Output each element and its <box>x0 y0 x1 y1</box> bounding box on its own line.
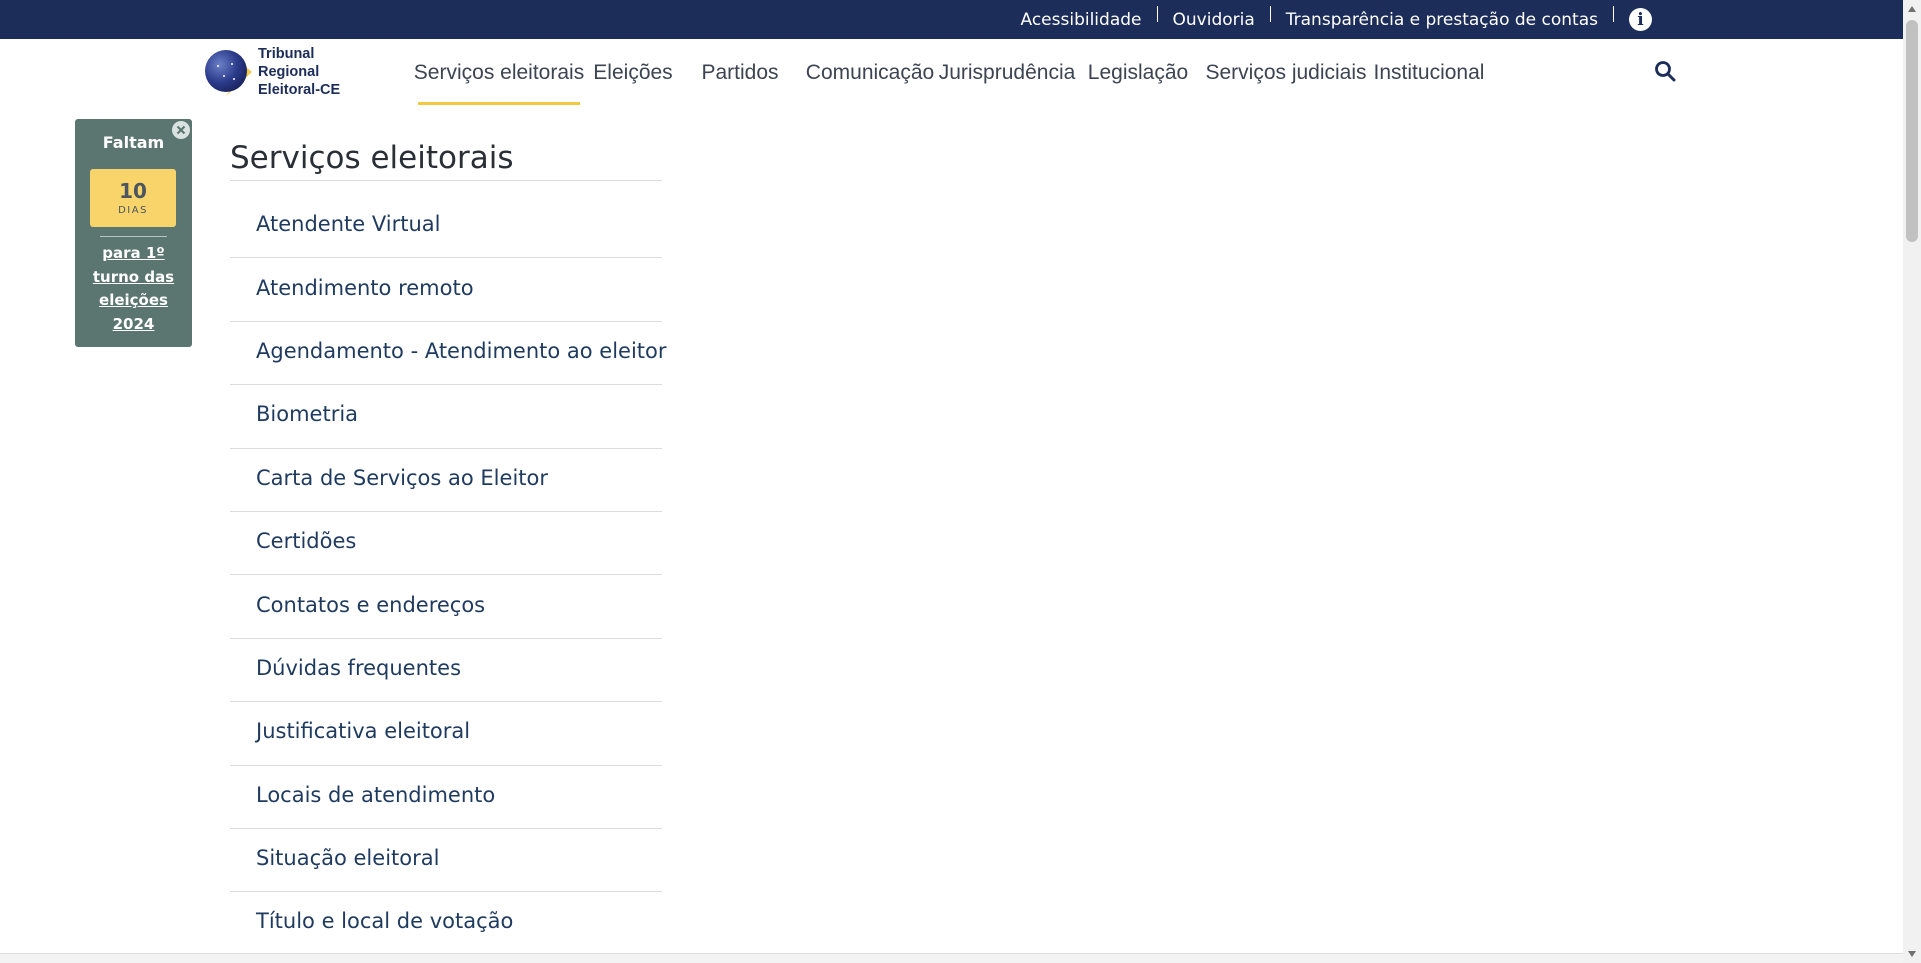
countdown-title: Faltam <box>102 133 165 152</box>
nav-item-institucional[interactable]: Institucional <box>1374 40 1485 106</box>
nav-item-servicos-eleitorais[interactable]: Serviços eleitorais <box>414 40 584 106</box>
menu-item-certidoes[interactable]: Certidões <box>230 512 662 576</box>
search-icon[interactable] <box>1654 60 1676 82</box>
menu-item-justificativa[interactable]: Justificativa eleitoral <box>230 702 662 766</box>
divider <box>1613 5 1614 22</box>
nav-item-eleicoes[interactable]: Eleições <box>586 40 680 106</box>
countdown-days-box: 10 DIAS <box>90 169 176 227</box>
countdown-number: 10 <box>119 179 147 203</box>
ombudsman-link[interactable]: Ouvidoria <box>1173 10 1255 30</box>
countdown-link-line: para 1º <box>102 244 165 262</box>
menu-item-atendente-virtual[interactable]: Atendente Virtual <box>230 195 662 259</box>
info-icon[interactable]: i <box>1629 8 1652 31</box>
countdown-link-line: 2024 <box>112 314 155 333</box>
top-utility-bar: Acessibilidade Ouvidoria Transparência e… <box>0 0 1903 39</box>
nav-item-partidos[interactable]: Partidos <box>680 40 800 106</box>
countdown-election-link[interactable]: para 1º turno das eleições 2024 <box>83 242 184 336</box>
menu-item-agendamento[interactable]: Agendamento - Atendimento ao eleitor <box>230 322 667 386</box>
menu-item-contatos[interactable]: Contatos e endereços <box>230 575 662 639</box>
divider <box>1269 5 1271 22</box>
election-countdown-widget: Faltam 10 DIAS para 1º turno das eleiçõe… <box>75 119 192 347</box>
divider <box>1156 5 1158 22</box>
logo-line: Tribunal <box>258 46 315 62</box>
scrollbar-thumb[interactable] <box>1906 20 1918 242</box>
title-divider <box>230 180 662 181</box>
menu-item-carta-de-servicos[interactable]: Carta de Serviços ao Eleitor <box>230 449 662 512</box>
globe-logo-icon <box>204 46 254 98</box>
accessibility-link[interactable]: Acessibilidade <box>1021 10 1142 30</box>
menu-item-atendimento-remoto[interactable]: Atendimento remoto <box>230 258 662 322</box>
nav-item-jurisprudencia[interactable]: Jurisprudência <box>939 40 1076 106</box>
bottom-edge <box>0 953 1903 963</box>
services-menu: Atendente Virtual Atendimento remoto Age… <box>230 195 667 956</box>
vertical-scrollbar[interactable] <box>1903 0 1921 963</box>
logo-line: Eleitoral-CE <box>258 82 341 98</box>
menu-item-biometria[interactable]: Biometria <box>230 385 662 449</box>
main-nav: Serviços eleitorais Eleições Partidos Co… <box>414 40 1485 106</box>
countdown-divider <box>100 236 167 237</box>
menu-item-situacao[interactable]: Situação eleitoral <box>230 829 662 893</box>
scroll-up-arrow-icon[interactable] <box>1903 0 1921 18</box>
countdown-unit: DIAS <box>118 205 148 216</box>
countdown-link-line: turno das <box>92 267 175 286</box>
logo-text: Tribunal Regional Eleitoral-CE <box>258 45 340 99</box>
menu-item-titulo[interactable]: Título e local de votação <box>230 892 662 956</box>
logo-line: Regional <box>258 64 320 80</box>
page-title: Serviços eleitorais <box>230 140 514 176</box>
top-links: Acessibilidade Ouvidoria Transparência e… <box>1021 0 1652 39</box>
nav-item-servicos-judiciais[interactable]: Serviços judiciais <box>1198 40 1374 106</box>
menu-item-locais[interactable]: Locais de atendimento <box>230 766 662 829</box>
nav-item-comunicacao[interactable]: Comunicação <box>800 40 940 106</box>
transparency-link[interactable]: Transparência e prestação de contas <box>1286 10 1598 30</box>
nav-item-legislacao[interactable]: Legislação <box>1084 40 1192 106</box>
scroll-down-arrow-icon[interactable] <box>1903 945 1921 963</box>
menu-item-duvidas[interactable]: Dúvidas frequentes <box>230 639 662 703</box>
site-logo[interactable]: Tribunal Regional Eleitoral-CE <box>204 44 354 100</box>
countdown-link-line: eleições <box>99 291 168 309</box>
